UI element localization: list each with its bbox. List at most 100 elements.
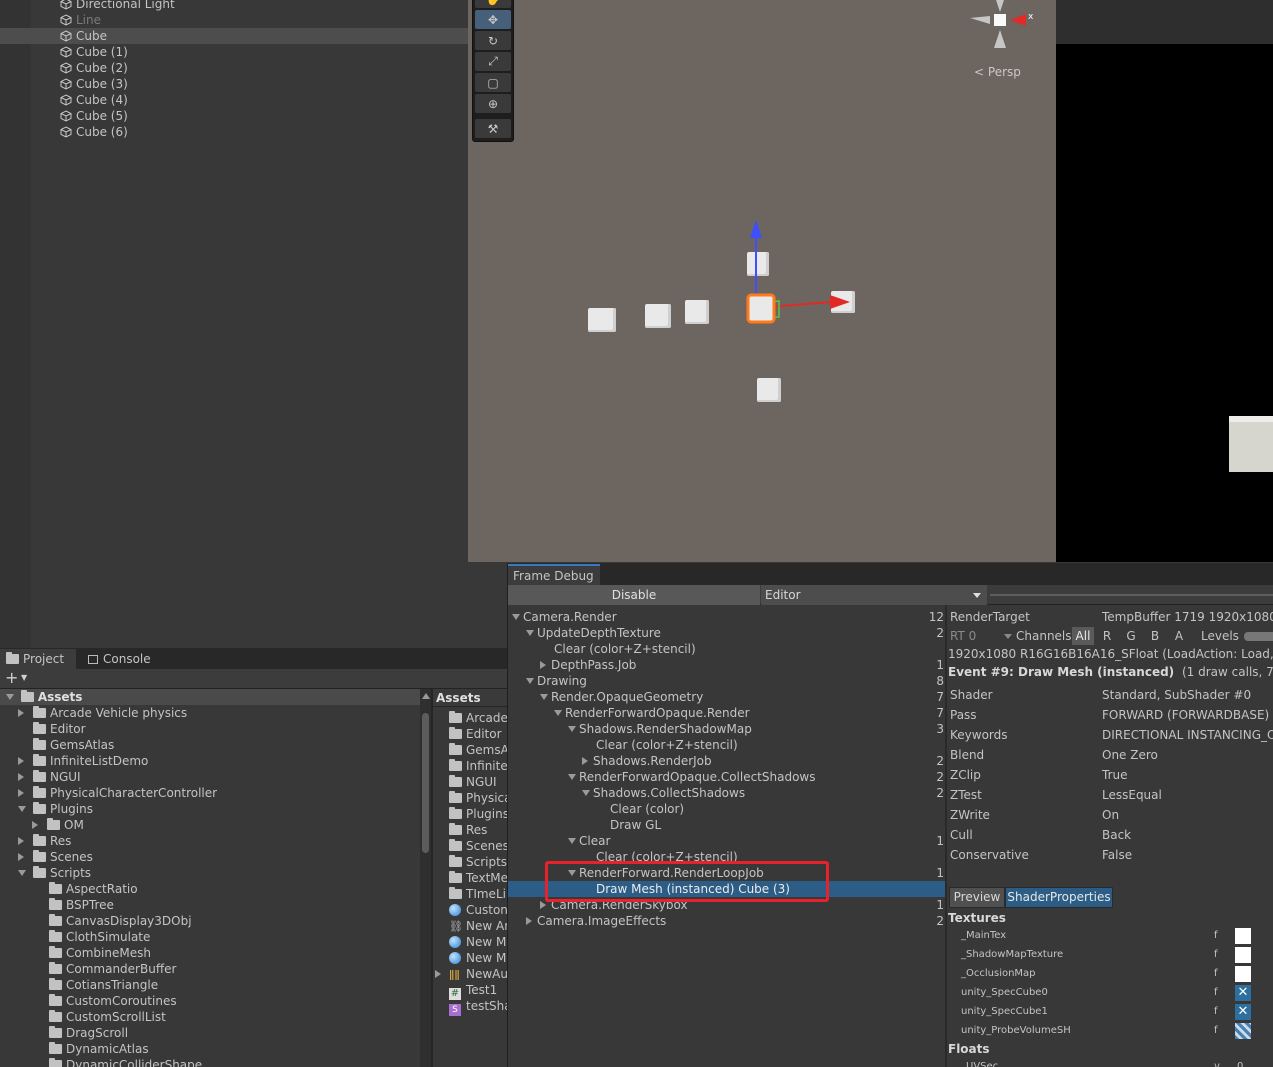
asset-item[interactable]: TextMe [433, 870, 507, 886]
expand-arrow-icon[interactable] [18, 849, 30, 865]
tree-folder-item[interactable]: NGUI [0, 769, 420, 785]
disable-button[interactable]: Disable [508, 585, 760, 605]
event-row[interactable]: DepthPass.Job 1 [508, 657, 945, 673]
event-row[interactable]: Shadows.CollectShadows 2 [508, 785, 945, 801]
hierarchy-item[interactable]: Cube (5) [0, 108, 468, 124]
expand-arrow-icon[interactable] [512, 609, 523, 625]
tree-folder-item[interactable]: CotiansTriangle [0, 977, 420, 993]
event-row[interactable]: UpdateDepthTexture 2 [508, 625, 945, 641]
custom-tool-button[interactable]: ⚒ [475, 119, 511, 138]
channel-g-button[interactable]: G [1120, 627, 1142, 645]
expand-arrow-icon[interactable] [435, 970, 441, 978]
tree-folder-item[interactable]: CombineMesh [0, 945, 420, 961]
cubemap-swatch-icon[interactable]: ✕ [1235, 1004, 1251, 1020]
event-row[interactable]: Drawing 8 [508, 673, 945, 689]
tree-folder-item[interactable]: OM [0, 817, 420, 833]
hierarchy-item[interactable]: Cube (3) [0, 76, 468, 92]
volume-texture-icon[interactable] [1235, 1023, 1251, 1039]
expand-arrow-icon[interactable] [32, 817, 44, 833]
tree-folder-item[interactable]: Res [0, 833, 420, 849]
tree-folder-item[interactable]: BSPTree [0, 897, 420, 913]
event-slider[interactable] [990, 594, 1273, 596]
game-view[interactable] [1056, 44, 1273, 562]
channel-b-button[interactable]: B [1144, 627, 1166, 645]
asset-item[interactable]: ⛓ New Ar [433, 918, 507, 934]
expand-arrow-icon[interactable] [18, 753, 30, 769]
hierarchy-item[interactable]: Line [0, 12, 468, 28]
asset-item[interactable]: Arcade [433, 710, 507, 726]
cubemap-swatch-icon[interactable]: ✕ [1235, 985, 1251, 1001]
scene-cube[interactable] [757, 378, 781, 402]
add-button[interactable]: + ▼ [5, 669, 27, 687]
event-row[interactable]: Clear (color+Z+stencil) [508, 737, 945, 753]
tab-frame-debug[interactable]: Frame Debug [508, 564, 600, 585]
tree-folder-item[interactable]: CustomCoroutines [0, 993, 420, 1009]
event-row[interactable]: RenderForwardOpaque.Render 7 [508, 705, 945, 721]
expand-arrow-icon[interactable] [540, 689, 551, 705]
channel-a-button[interactable]: A [1168, 627, 1190, 645]
tree-folder-item[interactable]: Plugins [0, 801, 420, 817]
expand-arrow-icon[interactable] [554, 705, 565, 721]
tree-folder-item[interactable]: Arcade Vehicle physics [0, 705, 420, 721]
texture-swatch[interactable] [1235, 966, 1251, 982]
move-gizmo[interactable] [728, 210, 868, 340]
hierarchy-item[interactable]: Cube (2) [0, 60, 468, 76]
asset-item[interactable]: # Test1 [433, 982, 507, 1000]
expand-arrow-icon[interactable] [18, 865, 30, 881]
event-row[interactable]: Camera.Render 12 [508, 609, 945, 625]
persp-label[interactable]: < Persp [974, 65, 1021, 79]
tree-folder-item[interactable]: Scripts [0, 865, 420, 881]
hierarchy-item[interactable]: Directional Light [0, 0, 468, 12]
asset-item[interactable]: ǁǁ NewAu [433, 966, 507, 982]
texture-swatch[interactable] [1235, 928, 1251, 944]
asset-item[interactable]: Editor [433, 726, 507, 742]
asset-item[interactable]: NGUI [433, 774, 507, 790]
channel-all-button[interactable]: All [1072, 627, 1094, 645]
asset-item[interactable]: Infinitel [433, 758, 507, 774]
tab-console[interactable]: Console [84, 649, 164, 669]
tab-preview[interactable]: Preview [949, 887, 1005, 908]
tree-folder-item[interactable]: InfiniteListDemo [0, 753, 420, 769]
tree-scrollbar[interactable] [420, 689, 431, 1067]
expand-arrow-icon[interactable] [18, 705, 30, 721]
hierarchy-item[interactable]: Cube (1) [0, 44, 468, 60]
asset-item[interactable]: New M [433, 950, 507, 966]
tree-folder-item[interactable]: DynamicAtlas [0, 1041, 420, 1057]
event-row[interactable]: RenderForwardOpaque.CollectShadows 2 [508, 769, 945, 785]
asset-item[interactable]: Custon [433, 902, 507, 918]
asset-item[interactable]: Physica [433, 790, 507, 806]
asset-item[interactable]: TImeLi [433, 886, 507, 902]
tree-folder-item[interactable]: ClothSimulate [0, 929, 420, 945]
tree-folder-item[interactable]: Scenes [0, 849, 420, 865]
tree-folder-item[interactable]: CanvasDisplay3DObj [0, 913, 420, 929]
expand-arrow-icon[interactable] [582, 753, 593, 769]
move-tool-button[interactable]: ✥ [475, 10, 511, 29]
scene-cube[interactable] [588, 308, 616, 332]
rt-dropdown[interactable]: RT 0 [950, 627, 1012, 645]
expand-arrow-icon[interactable] [526, 625, 537, 641]
expand-arrow-icon[interactable] [568, 833, 579, 849]
expand-arrow-icon[interactable] [18, 785, 30, 801]
tree-folder-item[interactable]: PhysicalCharacterController [0, 785, 420, 801]
levels-slider[interactable] [1244, 632, 1273, 641]
target-dropdown[interactable]: Editor [761, 585, 987, 605]
tab-project[interactable]: Project [0, 649, 76, 669]
texture-swatch[interactable] [1235, 947, 1251, 963]
event-row[interactable]: Camera.ImageEffects 2 [508, 913, 945, 929]
asset-item[interactable]: GemsA [433, 742, 507, 758]
event-row[interactable]: Clear (color) [508, 801, 945, 817]
hierarchy-item[interactable]: Cube [0, 28, 468, 44]
expand-arrow-icon[interactable] [568, 769, 579, 785]
asset-item[interactable]: Res [433, 822, 507, 838]
expand-arrow-icon[interactable] [18, 769, 30, 785]
asset-item[interactable]: New M [433, 934, 507, 950]
expand-arrow-icon[interactable] [582, 785, 593, 801]
tab-shader-properties[interactable]: ShaderProperties [1005, 887, 1113, 908]
channel-r-button[interactable]: R [1096, 627, 1118, 645]
scroll-up-arrow-icon[interactable] [422, 693, 430, 699]
tree-folder-item[interactable]: CustomScrollList [0, 1009, 420, 1025]
expand-arrow-icon[interactable] [526, 673, 537, 689]
expand-arrow-icon[interactable] [568, 721, 579, 737]
transform-tool-button[interactable]: ⊕ [475, 94, 511, 113]
rect-tool-button[interactable]: ▢ [475, 73, 511, 92]
